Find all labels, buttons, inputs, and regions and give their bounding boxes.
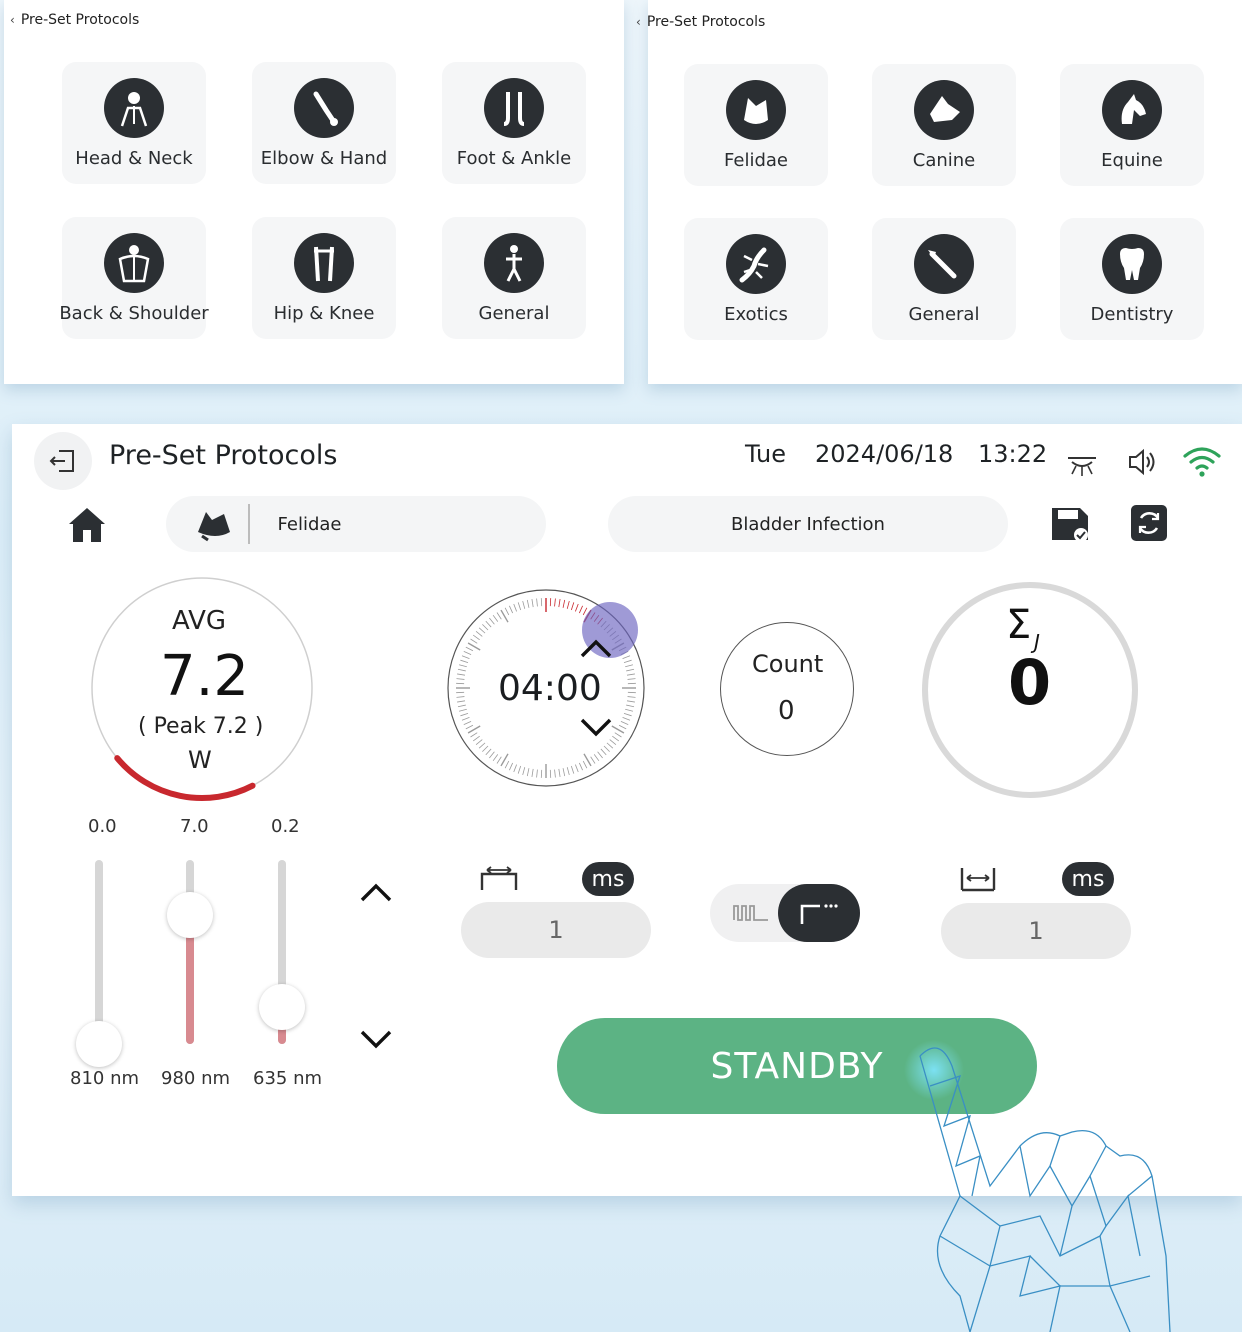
cat-icon [726, 80, 786, 140]
pulse-off-unit[interactable]: ms [1062, 862, 1114, 896]
hand-illustration [904, 1040, 1171, 1332]
head-neck-icon [104, 78, 164, 138]
tile-canine[interactable]: Canine [872, 64, 1016, 186]
breadcrumb-label: Pre-Set Protocols [20, 12, 140, 28]
home-icon[interactable] [66, 504, 108, 544]
slider-value-980: 7.0 [180, 816, 209, 837]
divider [248, 504, 250, 544]
tile-label: Head & Neck [75, 148, 193, 169]
count-label: Count [752, 650, 824, 678]
tile-exotics[interactable]: Exotics [684, 218, 828, 340]
slider-value-810: 0.0 [88, 816, 117, 837]
tile-dentistry[interactable]: Dentistry [1060, 218, 1204, 340]
power-unit: W [188, 746, 212, 774]
peak-value: ( Peak 7.2 ) [138, 714, 264, 739]
power-avg-label: AVG [172, 606, 227, 636]
exit-button[interactable] [34, 432, 92, 490]
wavelength-label-980: 980 nm [161, 1068, 231, 1089]
wavelength-label-810: 810 nm [70, 1068, 140, 1089]
tile-label: Canine [912, 150, 976, 171]
protocol-selector[interactable]: Bladder Infection [608, 496, 1008, 552]
wifi-icon [1183, 447, 1221, 477]
date-label: 2024/06/18 [815, 440, 954, 468]
elbow-hand-icon [294, 78, 354, 138]
tile-label: Felidae [724, 150, 788, 171]
tile-label: Back & Shoulder [59, 303, 209, 324]
tile-label: Equine [1101, 150, 1163, 171]
tile-label: Elbow & Hand [260, 148, 388, 169]
tile-label: Foot & Ankle [456, 148, 572, 169]
scalpel-icon [914, 234, 974, 294]
tile-general-human[interactable]: General [442, 217, 586, 339]
page-title: Pre-Set Protocols [109, 440, 338, 471]
timer-down-icon[interactable] [578, 716, 614, 738]
tile-general-vet[interactable]: General [872, 218, 1016, 340]
energy-value: 0 [1008, 646, 1052, 719]
pulse-off-input[interactable]: 1 [941, 903, 1131, 959]
breadcrumb-label: Pre-Set Protocols [646, 14, 766, 30]
breadcrumb[interactable]: ‹ Pre-Set Protocols [10, 12, 139, 28]
slider-knob-635[interactable] [259, 984, 305, 1031]
tile-back-shoulder[interactable]: Back & Shoulder [59, 217, 209, 339]
continuous-mode-button[interactable] [778, 884, 860, 942]
save-icon[interactable] [1050, 504, 1090, 544]
tile-label: General [478, 303, 550, 324]
tile-label: Hip & Knee [273, 303, 375, 324]
volume-icon[interactable] [1126, 446, 1160, 478]
wavelength-label-635: 635 nm [253, 1068, 323, 1089]
slider-value-635: 0.2 [271, 816, 300, 837]
light-icon[interactable] [1064, 448, 1100, 478]
tile-foot-ankle[interactable]: Foot & Ankle [442, 62, 586, 184]
count-value: 0 [778, 696, 795, 726]
tile-label: General [908, 304, 980, 325]
energy-symbol: Σ [1006, 602, 1032, 648]
tile-label: Exotics [724, 304, 788, 325]
vet-protocols-panel: ‹ Pre-Set Protocols Felidae Canine Equin… [636, 0, 1242, 384]
count-display [720, 622, 854, 756]
tile-hip-knee[interactable]: Hip & Knee [252, 217, 396, 339]
refresh-icon[interactable] [1130, 504, 1168, 542]
timer-value: 04:00 [498, 668, 602, 709]
slider-knob-810[interactable] [76, 1021, 122, 1067]
body-icon [484, 233, 544, 293]
day-label: Tue [745, 440, 786, 468]
pulse-on-input[interactable]: 1 [461, 902, 651, 958]
tile-label: Dentistry [1090, 304, 1174, 325]
dog-icon [914, 80, 974, 140]
protocol-label: Bladder Infection [731, 513, 885, 535]
power-down-icon[interactable] [358, 1028, 394, 1052]
human-protocols-panel: ‹ Pre-Set Protocols Head & Neck Elbow & … [4, 0, 624, 384]
foot-ankle-icon [484, 78, 544, 138]
time-label: 13:22 [978, 440, 1048, 468]
exit-icon [49, 450, 74, 472]
back-shoulder-icon [104, 233, 164, 293]
tooth-icon [1102, 234, 1162, 294]
tile-head-neck[interactable]: Head & Neck [62, 62, 206, 184]
slider-knob-980[interactable] [167, 892, 213, 939]
pulse-off-icon [960, 868, 996, 892]
chevron-left-icon: ‹ [10, 13, 15, 27]
mode-toggle[interactable] [710, 884, 860, 942]
breadcrumb[interactable]: ‹ Pre-Set Protocols [636, 14, 765, 30]
category-label: Felidae [277, 513, 342, 535]
gecko-icon [726, 234, 786, 294]
category-selector[interactable]: Felidae [166, 496, 546, 552]
tile-elbow-hand[interactable]: Elbow & Hand [252, 62, 396, 184]
power-value: 7.2 [160, 644, 250, 709]
power-up-icon[interactable] [358, 880, 394, 904]
pulsed-mode-icon[interactable] [732, 902, 770, 924]
continuous-mode-icon [800, 904, 838, 924]
tile-equine[interactable]: Equine [1060, 64, 1204, 186]
chevron-left-icon: ‹ [636, 15, 641, 29]
cat-icon [198, 512, 230, 542]
horse-icon [1102, 80, 1162, 140]
tile-felidae[interactable]: Felidae [684, 64, 828, 186]
slider-track-810[interactable] [95, 860, 103, 1044]
pulse-on-unit[interactable]: ms [582, 862, 634, 896]
timer-up-icon[interactable] [578, 638, 614, 660]
hip-knee-icon [294, 233, 354, 293]
pulse-on-icon [480, 866, 518, 890]
